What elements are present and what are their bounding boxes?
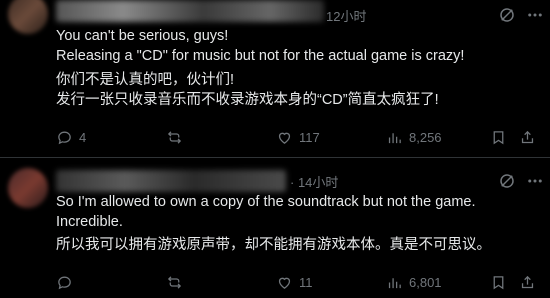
text-line: Incredible. [56, 214, 123, 230]
post-1[interactable]: 12小时 You can't be serious, guys! Releasi… [0, 0, 550, 157]
views-icon [388, 132, 401, 143]
reply-icon [58, 131, 71, 144]
avatar[interactable] [8, 0, 48, 34]
reply-button[interactable]: 4 [56, 127, 86, 147]
views-button[interactable]: 6,801 [386, 272, 442, 292]
repost-button[interactable] [166, 272, 189, 292]
bookmark-icon [493, 130, 504, 144]
share-icon [521, 130, 534, 143]
post-text-translation: 你们不是认真的吧，伙计们! 发行一张只收录音乐而不收录游戏本身的“CD”简直太疯… [56, 70, 536, 110]
share-button[interactable] [519, 127, 536, 147]
post-time[interactable]: · 14小时 [290, 172, 338, 191]
view-count: 8,256 [409, 129, 442, 145]
author-name-blurred[interactable] [56, 0, 324, 22]
heart-icon [278, 277, 291, 289]
repost-icon [167, 275, 182, 289]
reply-count: 4 [79, 129, 87, 145]
bookmark-button[interactable] [490, 127, 507, 147]
share-button[interactable] [519, 272, 536, 292]
post-text-translation: 所以我可以拥有游戏原声带，却不能拥有游戏本体。真是不可思议。 [56, 235, 536, 255]
post-2[interactable]: · 14小时 So I'm allowed to own a copy of t… [0, 158, 550, 298]
action-bar: 11 6,801 [56, 272, 536, 292]
like-button[interactable]: 11 [276, 272, 313, 292]
repost-icon [167, 130, 182, 144]
post-text-english: You can't be serious, guys! Releasing a … [56, 26, 536, 66]
like-count: 117 [299, 129, 320, 145]
author-name-blurred[interactable] [56, 170, 286, 192]
heart-icon [278, 132, 291, 144]
view-count: 6,801 [409, 274, 442, 290]
post-time[interactable]: 12小时 [326, 6, 366, 25]
text-line: 所以我可以拥有游戏原声带，却不能拥有游戏本体。真是不可思议。 [56, 237, 491, 253]
more-icon[interactable] [526, 172, 544, 190]
bookmark-icon [493, 275, 504, 289]
grok-icon[interactable] [498, 172, 516, 190]
text-line: Releasing a "CD" for music but not for t… [56, 48, 465, 64]
reply-icon [58, 276, 71, 289]
text-line: So I'm allowed to own a copy of the soun… [56, 194, 476, 210]
grok-icon[interactable] [498, 6, 516, 24]
like-button[interactable]: 117 [276, 127, 320, 147]
like-count: 11 [299, 274, 313, 290]
action-bar: 4 117 8,256 [56, 127, 536, 147]
text-line: 发行一张只收录音乐而不收录游戏本身的“CD”简直太疯狂了! [56, 92, 439, 108]
views-icon [388, 277, 401, 288]
reply-button[interactable] [56, 272, 79, 292]
views-button[interactable]: 8,256 [386, 127, 442, 147]
avatar[interactable] [8, 168, 48, 208]
bookmark-button[interactable] [490, 272, 507, 292]
repost-button[interactable] [166, 127, 189, 147]
post-text-english: So I'm allowed to own a copy of the soun… [56, 192, 536, 232]
share-icon [521, 275, 534, 288]
text-line: 你们不是认真的吧，伙计们! [56, 72, 235, 88]
text-line: You can't be serious, guys! [56, 28, 229, 44]
more-icon[interactable] [526, 6, 544, 24]
